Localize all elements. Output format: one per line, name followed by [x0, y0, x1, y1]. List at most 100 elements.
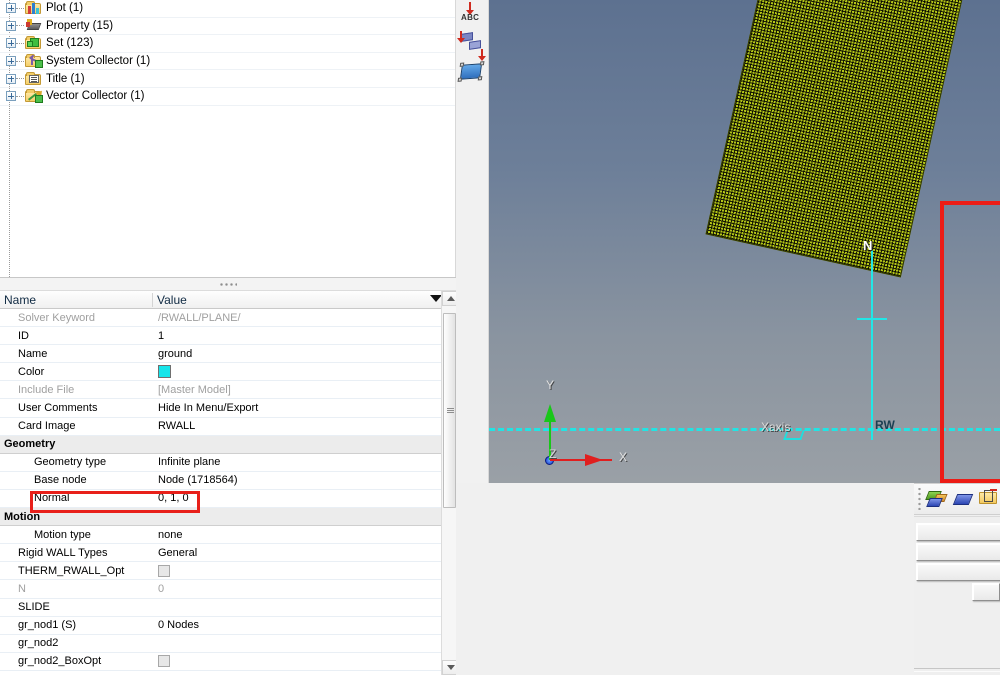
plate-icon: [469, 40, 481, 50]
row-value: [153, 655, 456, 668]
tree-connector: [16, 60, 24, 62]
row-value: /RWALL/PLANE/: [158, 311, 241, 324]
row-label: Base node: [34, 474, 87, 487]
table-row[interactable]: Rigid WALL Types General: [0, 544, 456, 563]
expander-icon[interactable]: [6, 73, 16, 84]
row-value: [153, 564, 456, 577]
abc-label: ABC: [461, 13, 480, 22]
scroll-up-arrow-icon[interactable]: [442, 291, 457, 306]
vectors-button[interactable]: vectors: [916, 523, 1000, 541]
triad-x-label: X: [619, 450, 628, 464]
property-folder-icon[interactable]: [976, 486, 1000, 512]
checkbox[interactable]: [158, 564, 170, 577]
table-row[interactable]: gr_nod1 (S) 0 Nodes: [0, 617, 456, 635]
expander-icon[interactable]: [6, 56, 16, 67]
row-value: 0: [158, 582, 165, 595]
table-row[interactable]: gr_nod2: [0, 635, 456, 653]
mesh-shell-panel[interactable]: [705, 0, 977, 278]
table-row[interactable]: Name ground: [0, 345, 456, 364]
right-region: ABC N Xaxis RW Y X Z: [456, 0, 1000, 675]
panel-splitter[interactable]: [0, 277, 456, 291]
row-label: ID: [18, 329, 29, 342]
tree-connector: [16, 95, 24, 97]
table-row[interactable]: Include File [Master Model]: [0, 381, 456, 400]
table-row[interactable]: User Comments Hide In Menu/Export: [0, 399, 456, 418]
table-section-motion: Motion: [0, 508, 456, 527]
expander-icon[interactable]: [6, 91, 16, 102]
panel-divider: [914, 668, 1000, 669]
section-label: Motion: [4, 510, 41, 523]
tree-item-plot[interactable]: Plot (1): [0, 0, 455, 18]
table-row[interactable]: ID 1: [0, 327, 456, 346]
quad-surface-icon: [457, 61, 485, 82]
text-marker-tool-button[interactable]: ABC: [457, 2, 487, 29]
vertical-toolbar[interactable]: ABC: [456, 0, 489, 483]
table-row[interactable]: SLIDE: [0, 599, 456, 617]
row-label: Card Image: [18, 420, 76, 433]
row-label: Solver Keyword: [18, 311, 96, 324]
tree-connector: [16, 7, 24, 9]
row-value: RWALL: [158, 420, 196, 433]
row-value: ground: [158, 347, 193, 360]
row-label: Include File: [18, 383, 75, 396]
tree-item-vector-collector[interactable]: Vector Collector (1): [0, 88, 455, 106]
row-value: 0 Nodes: [158, 619, 199, 632]
systems-button[interactable]: systems: [916, 543, 1000, 561]
translate-parts-tool-button[interactable]: [457, 31, 487, 61]
table-row[interactable]: Solver Keyword/RWALL/PLANE/: [0, 309, 456, 328]
left-panel: Plot (1) Property (15) Set (123) System …: [0, 0, 457, 675]
color-swatch[interactable]: [158, 365, 171, 379]
table-row[interactable]: Motion type none: [0, 526, 456, 545]
arrow-icon: [457, 31, 465, 43]
table-row[interactable]: Geometry type Infinite plane: [0, 454, 456, 472]
table-row[interactable]: THERM_RWALL_Opt: [0, 562, 456, 581]
column-header-value: Value: [157, 292, 187, 307]
table-section-geometry: Geometry: [0, 435, 456, 454]
row-label: Rigid WALL Types: [18, 546, 108, 559]
components-icon[interactable]: [924, 486, 950, 512]
scroll-down-arrow-icon[interactable]: [442, 660, 457, 675]
system-collector-folder-icon: [25, 54, 43, 69]
bottom-panel: vectors systems preserve node load types…: [914, 516, 1000, 675]
tree-item-set[interactable]: Set (123): [0, 35, 455, 53]
triad-y-arrow-icon: [544, 404, 556, 422]
triad-z-label: Z: [549, 447, 557, 461]
expander-icon[interactable]: [6, 3, 16, 14]
row-label: THERM_RWALL_Opt: [18, 564, 125, 577]
table-row[interactable]: Color: [0, 363, 456, 382]
tree-item-title[interactable]: Title (1): [0, 70, 455, 88]
graphics-viewport[interactable]: N Xaxis RW Y X Z: [489, 0, 1000, 483]
main-toolbar[interactable]: 2 1 3 Auto: [914, 483, 1000, 515]
tree-item-property[interactable]: Property (15): [0, 18, 455, 36]
vector-collector-folder-icon: [25, 88, 45, 104]
expander-icon[interactable]: [6, 38, 16, 49]
property-table-scrollbar[interactable]: [441, 291, 457, 675]
normal-vector-tick: [857, 318, 887, 320]
title-folder-icon: [25, 71, 42, 86]
toolbar-grip-icon[interactable]: [916, 488, 922, 510]
panel-edge-button[interactable]: [972, 583, 1000, 601]
preserve-node-button[interactable]: preserve node: [916, 563, 1000, 581]
property-table-body[interactable]: Solver Keyword/RWALL/PLANE/ ID 1 Name grou…: [0, 309, 456, 675]
scrollbar-thumb[interactable]: [443, 313, 456, 508]
row-value: Infinite plane: [158, 456, 221, 469]
table-row[interactable]: gr_nod2_BoxOpt: [0, 653, 456, 671]
tree-item-label: Set (123): [46, 37, 94, 50]
checkbox[interactable]: [158, 655, 170, 668]
panel-divider: [914, 671, 1000, 672]
table-row[interactable]: Card Image RWALL: [0, 418, 456, 436]
expander-icon[interactable]: [6, 20, 16, 31]
down-arrow-icon: [466, 2, 474, 15]
table-row-normal[interactable]: Normal 0, 1, 0: [0, 490, 456, 509]
tree-connector: [16, 78, 24, 80]
model-browser-tree[interactable]: Plot (1) Property (15) Set (123) System …: [0, 0, 456, 277]
tree-item-system-collector[interactable]: System Collector (1): [0, 53, 455, 71]
table-row[interactable]: Base node Node (1718564): [0, 472, 456, 490]
solid-block-icon[interactable]: [950, 486, 976, 512]
row-value[interactable]: 0, 1, 0: [153, 492, 456, 504]
table-row[interactable]: N0: [0, 580, 456, 599]
property-editor-panel: Name Value Solver Keyword/RWALL/PLANE/ I…: [0, 291, 457, 675]
row-value: 1: [158, 329, 165, 342]
quad-surface-tool-button[interactable]: [457, 60, 487, 87]
row-value: General: [158, 546, 198, 559]
